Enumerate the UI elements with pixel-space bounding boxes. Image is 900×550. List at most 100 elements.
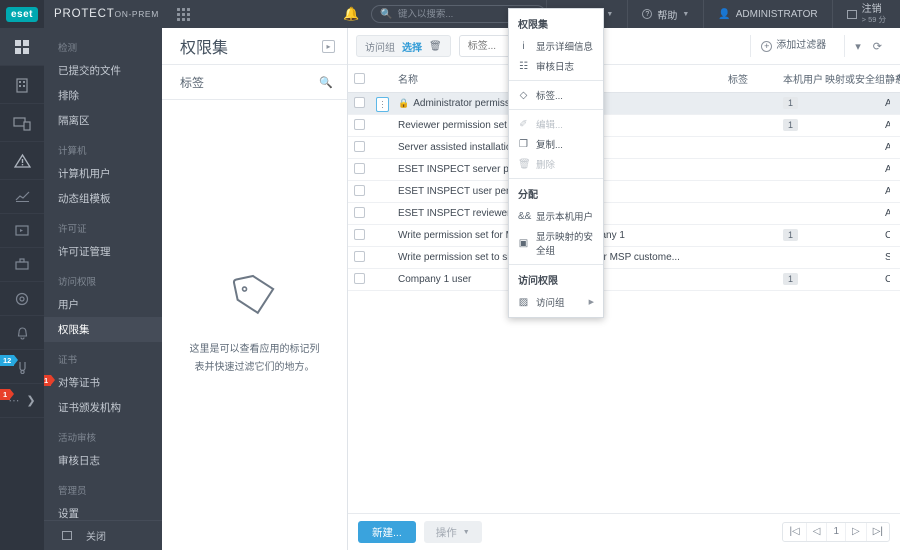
table-row[interactable]: Company 1 user 1 Company 1: [348, 268, 900, 291]
nav-item-审核日志[interactable]: 审核日志: [44, 448, 162, 473]
col-local-users[interactable]: 本机用户: [777, 65, 823, 93]
nav-item-label: 用户: [58, 299, 79, 311]
search-icon[interactable]: 🔍: [319, 76, 333, 89]
new-button[interactable]: 新建...: [358, 521, 416, 543]
pager-next-button[interactable]: ▷: [846, 523, 867, 541]
row-checkbox-cell: [348, 136, 370, 159]
help-label: 帮助: [657, 10, 678, 22]
nav-item-label: 计算机用户: [58, 168, 111, 180]
funnel-icon[interactable]: ▾: [855, 40, 861, 53]
col-tag[interactable]: 标签: [722, 65, 777, 93]
rail-item-installers[interactable]: [0, 248, 44, 282]
help-menu[interactable]: ? 帮助 ▼: [627, 0, 703, 28]
context-menu-title: 权限集: [518, 20, 548, 31]
expand-icon[interactable]: ▸: [322, 39, 335, 53]
nav-item-动态组模板[interactable]: 动态组模板: [44, 186, 162, 211]
access-group-icon: ▨: [518, 296, 529, 308]
rail-item-incidents[interactable]: [0, 142, 44, 180]
table-row[interactable]: ESET INSPECT user permission setAll: [348, 180, 900, 203]
row-kebab-menu[interactable]: [376, 96, 389, 112]
add-filter-button[interactable]: + 添加过滤器: [750, 35, 836, 57]
row-static-access-cell: Company 1: [879, 224, 890, 247]
table-row[interactable]: 🔒Administrator permission set1All: [348, 92, 900, 115]
row-checkbox[interactable]: [354, 141, 365, 153]
nav-item-已提交的文件[interactable]: 已提交的文件: [44, 58, 162, 83]
app-grid-icon[interactable]: [176, 7, 190, 21]
info-icon: i: [522, 40, 525, 52]
context-menu-item-label: 复制...: [536, 140, 563, 151]
context-menu-item-显示映射的安全组[interactable]: ▣ 显示映射的安全组: [509, 226, 603, 260]
bell-icon[interactable]: 🔔: [343, 6, 359, 22]
user-menu[interactable]: 👤 ADMINISTRATOR: [703, 0, 831, 28]
row-checkbox[interactable]: [354, 97, 365, 109]
eset-logo[interactable]: eset: [0, 0, 44, 28]
table-row[interactable]: Server assisted installation permission …: [348, 136, 900, 159]
rail-item-policies[interactable]: [0, 282, 44, 316]
row-checkbox[interactable]: [354, 119, 365, 131]
context-menu-item-label: 编辑...: [536, 120, 563, 131]
nav-item-对等证书[interactable]: 1 对等证书: [44, 370, 162, 395]
col-mapped-groups[interactable]: 映射或安全组: [819, 65, 885, 93]
rail-item-dashboard[interactable]: [0, 28, 44, 66]
nav-group-title: 检测: [58, 43, 78, 54]
rail-item-computers[interactable]: [0, 66, 44, 104]
main-content: 访问组 选择 🗑 + 添加过滤器 ▾ ⟳: [348, 28, 900, 550]
context-menu-item-复制[interactable]: ❐ 复制...: [509, 134, 603, 154]
nav-collapse-button[interactable]: 关闭: [44, 520, 162, 550]
nav-item-证书颁发机构[interactable]: 证书颁发机构: [44, 395, 162, 420]
table-row[interactable]: Write permission set for MSP customer Co…: [348, 224, 900, 247]
row-checkbox[interactable]: [354, 251, 365, 263]
table-row[interactable]: Write permission set to shared static gr…: [348, 246, 900, 269]
row-checkbox-cell: [348, 268, 370, 291]
nav-item-label: 已提交的文件: [58, 65, 121, 77]
row-checkbox[interactable]: [354, 229, 365, 241]
context-menu-item-显示详细信息[interactable]: i 显示详细信息: [509, 36, 603, 56]
users-icon: &&: [518, 210, 532, 222]
nav-item-label: 权限集: [58, 324, 90, 336]
context-menu-item-审核日志[interactable]: ☷ 审核日志: [509, 56, 603, 76]
table-row[interactable]: Reviewer permission set 1 All: [348, 114, 900, 137]
nav-item-许可证管理[interactable]: 许可证管理: [44, 239, 162, 264]
nav-item-设置[interactable]: 设置: [44, 501, 162, 520]
table-row[interactable]: ESET INSPECT reviewer permission setAll: [348, 202, 900, 225]
context-menu-item-访问组[interactable]: ▨ 访问组 ▶: [509, 292, 603, 312]
nav-item-排除[interactable]: 排除: [44, 83, 162, 108]
select-all-checkbox[interactable]: [354, 72, 365, 84]
table-row[interactable]: ESET INSPECT server permission setAll: [348, 158, 900, 181]
row-checkbox[interactable]: [354, 163, 365, 175]
row-name-label: Company 1 user: [398, 273, 472, 285]
pager-first-button[interactable]: |◁: [783, 523, 807, 541]
pager-prev-button[interactable]: ◁: [807, 523, 828, 541]
nav-item-计算机用户[interactable]: 计算机用户: [44, 161, 162, 186]
rail-item-more[interactable]: 1 ⋯ ❯: [0, 384, 44, 418]
row-checkbox[interactable]: [354, 207, 365, 219]
row-checkbox-cell: [348, 180, 370, 203]
nav-group-title: 访问权限: [58, 277, 97, 288]
row-checkbox-cell: [348, 202, 370, 225]
nav-item-隔离区[interactable]: 隔离区: [44, 108, 162, 133]
rail-item-status-overview[interactable]: 12: [0, 350, 44, 384]
access-group-filter[interactable]: 访问组 选择 🗑: [356, 35, 451, 57]
rail-item-reports[interactable]: [0, 180, 44, 214]
row-spacer-cell: [889, 202, 900, 225]
rail-item-notifications[interactable]: [0, 316, 44, 350]
rail-item-tasks[interactable]: [0, 214, 44, 248]
row-checkbox[interactable]: [354, 185, 365, 197]
pager-last-button[interactable]: ▷|: [867, 523, 889, 541]
row-static-access-cell: All: [879, 158, 890, 181]
rail-item-detections[interactable]: [0, 104, 44, 142]
nav-item-权限集[interactable]: 权限集: [44, 317, 162, 342]
actions-button[interactable]: 操作 ▼: [423, 521, 482, 543]
refresh-icon[interactable]: ⟳: [873, 40, 882, 53]
context-menu-item-label: 显示映射的安全组: [536, 232, 594, 257]
trash-icon[interactable]: 🗑: [429, 41, 442, 52]
access-group-select-link[interactable]: 选择: [402, 39, 422, 54]
row-checkbox[interactable]: [354, 273, 365, 285]
context-menu-item-显示本机用户[interactable]: && 显示本机用户: [509, 206, 603, 226]
row-mapped-groups-cell: [819, 268, 879, 291]
nav-item-label: 设置: [58, 508, 79, 520]
logout-button[interactable]: 注销 > 59 分: [831, 0, 900, 28]
nav-item-用户[interactable]: 用户: [44, 292, 162, 317]
icon-rail: 12 1 ⋯ ❯: [0, 28, 44, 550]
context-menu-item-标签[interactable]: ◇ 标签...: [509, 85, 603, 105]
